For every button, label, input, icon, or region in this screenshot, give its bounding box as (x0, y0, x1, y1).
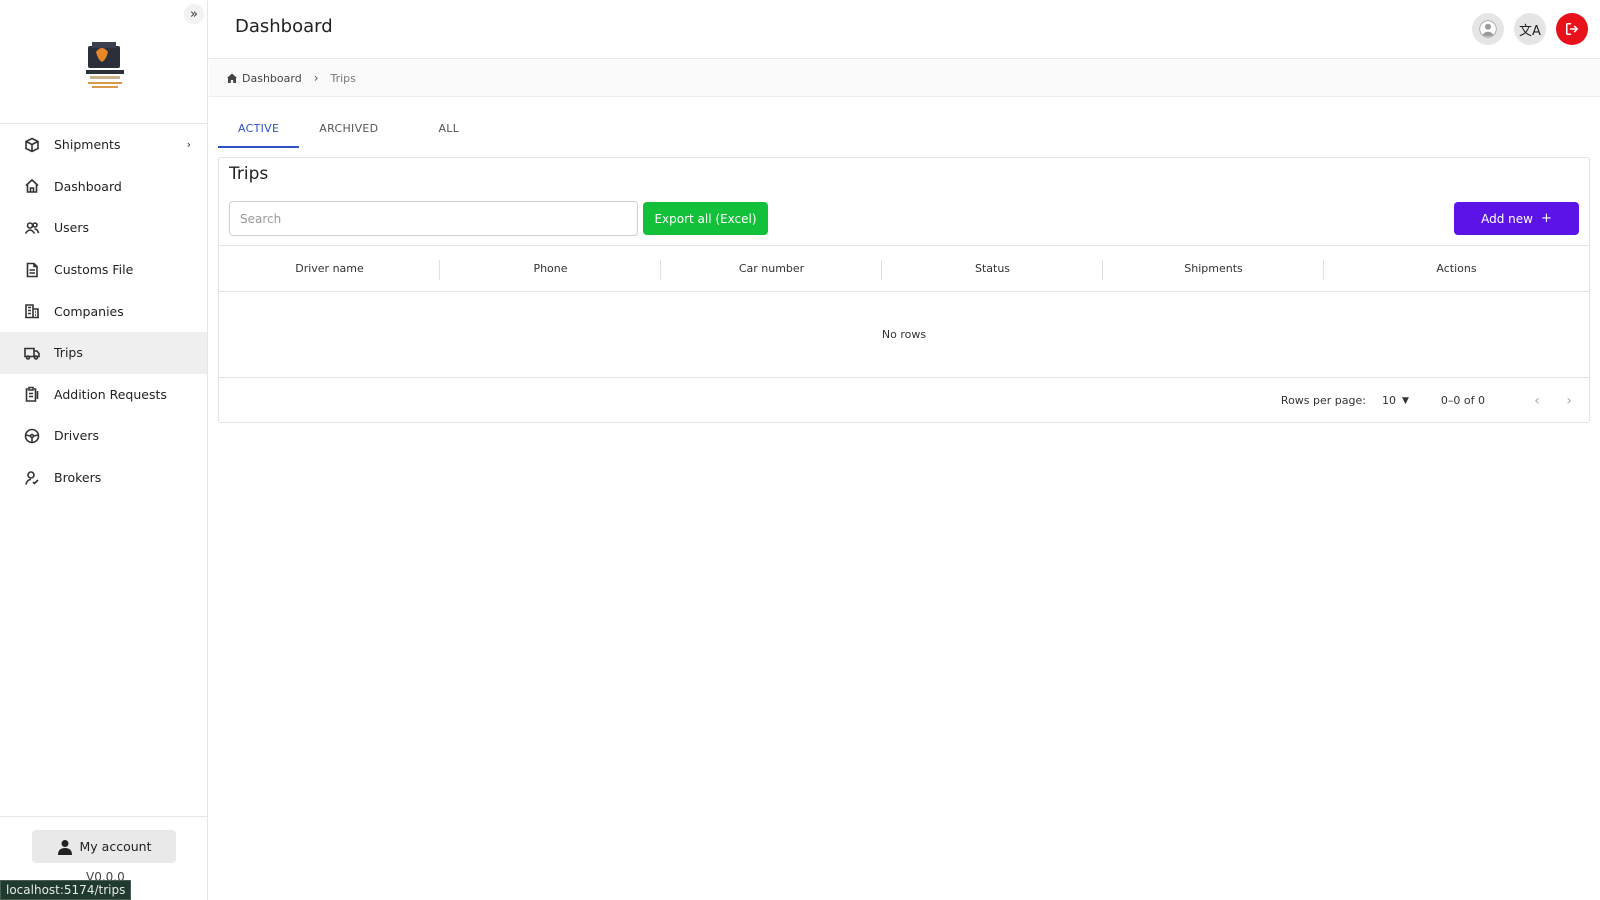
sidebar-bottom-divider (0, 816, 208, 817)
person-icon (57, 839, 72, 855)
sidebar-item-trips[interactable]: Trips (0, 331, 207, 374)
sidebar-item-users[interactable]: Users (0, 207, 207, 249)
export-excel-button[interactable]: Export all (Excel) (643, 202, 768, 235)
column-header-shipments[interactable]: Shipments (1103, 246, 1324, 291)
sidebar-item-shipments[interactable]: Shipments › (0, 124, 207, 166)
chevron-right-icon: › (186, 138, 191, 152)
sidebar-item-label: Addition Requests (54, 386, 167, 402)
double-chevron-right-icon: » (190, 6, 198, 22)
my-account-button[interactable]: My account (32, 830, 176, 863)
status-tabs: ACTIVE ARCHIVED ALL (218, 110, 479, 148)
column-header-car-number[interactable]: Car number (661, 246, 882, 291)
sidebar-item-drivers[interactable]: Drivers (0, 415, 207, 457)
rows-per-page-value: 10 (1381, 394, 1396, 407)
column-label: Actions (1436, 262, 1477, 275)
tab-archived[interactable]: ARCHIVED (299, 110, 398, 146)
sidebar-item-label: Users (54, 220, 90, 236)
column-label: Phone (533, 262, 568, 275)
column-header-status[interactable]: Status (882, 246, 1103, 291)
truck-icon (24, 345, 40, 361)
rows-per-page-select[interactable]: 10 ▼ (1382, 394, 1409, 407)
page-title: Dashboard (235, 16, 333, 37)
home-icon (24, 178, 40, 194)
sidebar-item-label: Dashboard (54, 178, 122, 194)
sidebar-nav: Shipments › Dashboard Users Customs File (0, 124, 207, 498)
breadcrumb-home-link[interactable]: Dashboard (242, 72, 302, 85)
column-header-actions: Actions (1324, 246, 1589, 291)
table-pagination: Rows per page: 10 ▼ 0–0 of 0 ‹ › (219, 378, 1589, 423)
box-icon (24, 137, 40, 153)
sidebar-item-label: Trips (54, 345, 83, 361)
tab-active[interactable]: ACTIVE (218, 110, 300, 148)
file-icon (24, 262, 40, 278)
sidebar-item-dashboard[interactable]: Dashboard (0, 166, 207, 208)
user-avatar-icon (1479, 20, 1497, 38)
collapse-sidebar-button[interactable]: » (184, 4, 204, 24)
profile-button[interactable] (1472, 13, 1504, 45)
column-label: Status (974, 262, 1011, 275)
my-account-label: My account (79, 839, 152, 854)
chevron-right-icon: › (313, 71, 319, 85)
search-input[interactable] (229, 201, 638, 236)
language-button[interactable]: 文A (1514, 13, 1546, 45)
breadcrumb: Dashboard › Trips (209, 60, 1600, 97)
column-header-phone[interactable]: Phone (440, 246, 661, 291)
chevron-right-icon: › (1566, 392, 1572, 409)
top-bar: Dashboard 文A (208, 0, 1600, 59)
trips-card: Trips Export all (Excel) Add new + Drive… (218, 157, 1590, 423)
add-new-button[interactable]: Add new + (1454, 202, 1579, 235)
sidebar-item-label: Customs File (54, 262, 134, 278)
rows-per-page-label: Rows per page: (1280, 394, 1366, 407)
logout-icon (1566, 23, 1578, 35)
sidebar: » Shipments › Dashboard Users Customs Fi… (0, 0, 208, 900)
sidebar-item-companies[interactable]: Companies (0, 290, 207, 332)
column-label: Car number (738, 262, 805, 275)
column-label: Driver name (295, 262, 364, 275)
sidebar-item-label: Companies (54, 303, 124, 319)
pagination-range: 0–0 of 0 (1440, 394, 1485, 407)
table-header: Driver name Phone Car number Status Ship… (219, 245, 1589, 292)
plus-icon: + (1540, 211, 1552, 226)
sidebar-item-label: Drivers (54, 428, 99, 444)
logout-button[interactable] (1556, 13, 1588, 45)
clipboard-icon (24, 386, 40, 403)
empty-table-message: No rows (219, 292, 1589, 378)
add-new-label: Add new (1481, 211, 1533, 226)
column-label: Shipments (1184, 262, 1243, 275)
previous-page-button[interactable]: ‹ (1527, 391, 1547, 411)
company-logo (80, 38, 130, 98)
top-actions: 文A (1472, 13, 1588, 45)
status-bar-url: localhost:5174/trips (0, 880, 132, 900)
sidebar-item-brokers[interactable]: Brokers (0, 457, 207, 499)
sidebar-item-label: Shipments (54, 137, 121, 153)
broker-icon (24, 470, 40, 486)
sidebar-item-customs-file[interactable]: Customs File (0, 249, 207, 291)
caret-down-icon: ▼ (1401, 395, 1409, 406)
sidebar-item-addition-requests[interactable]: Addition Requests (0, 374, 207, 416)
column-header-driver-name[interactable]: Driver name (219, 246, 440, 291)
breadcrumb-current: Trips (330, 71, 356, 85)
translate-icon: 文A (1519, 23, 1541, 39)
card-title: Trips (229, 164, 269, 184)
building-icon (24, 303, 40, 319)
next-page-button[interactable]: › (1559, 391, 1579, 411)
chevron-left-icon: ‹ (1534, 392, 1540, 409)
home-icon (227, 73, 237, 83)
tab-all[interactable]: ALL (398, 110, 479, 146)
sidebar-item-label: Brokers (54, 470, 102, 486)
users-icon (24, 220, 40, 236)
steering-wheel-icon (24, 428, 40, 444)
